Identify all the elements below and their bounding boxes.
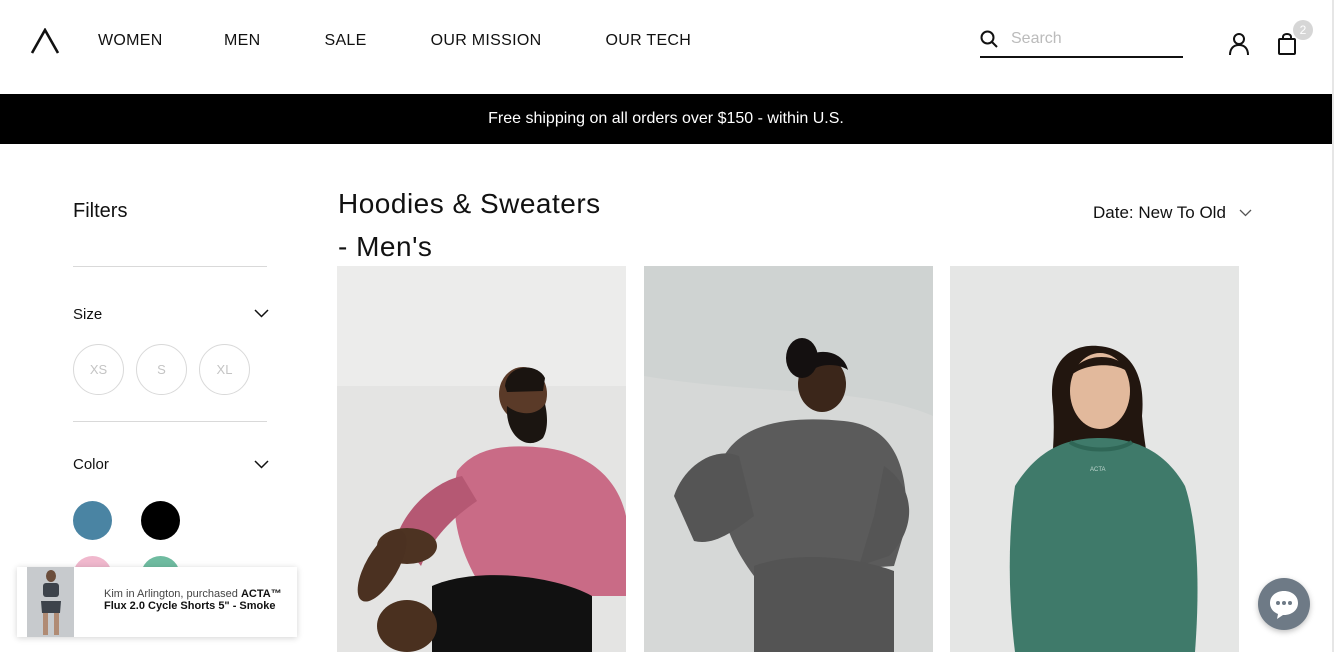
filters-divider [73, 266, 267, 267]
page-title: Hoodies & Sweaters - Men's [338, 188, 601, 262]
search-input[interactable] [1011, 26, 1179, 52]
site-header: WOMEN MEN SALE OUR MISSION OUR TECH 2 [0, 0, 1334, 94]
chevron-down-icon[interactable] [254, 309, 269, 318]
product-card[interactable] [644, 266, 933, 652]
shopping-bag-icon[interactable] [1277, 33, 1297, 55]
chat-button[interactable] [1258, 578, 1310, 630]
cart-count-badge: 2 [1293, 20, 1313, 40]
promo-banner: Free shipping on all orders over $150 - … [0, 94, 1332, 144]
size-option-xs[interactable]: XS [73, 344, 124, 395]
search-icon[interactable] [980, 30, 998, 48]
chevron-down-icon[interactable] [254, 460, 269, 469]
nav-our-tech[interactable]: OUR TECH [605, 32, 691, 50]
color-filter-label[interactable]: Color [73, 456, 109, 473]
svg-text:ACTA: ACTA [1090, 467, 1106, 473]
nav-sale[interactable]: SALE [324, 32, 366, 50]
filters-title: Filters [73, 200, 128, 222]
toast-message: Kim in Arlington, purchased ACTA™ Flux 2… [104, 588, 289, 612]
size-option-s[interactable]: S [136, 344, 187, 395]
recent-purchase-toast[interactable]: Kim in Arlington, purchased ACTA™ Flux 2… [17, 567, 297, 637]
search-bar [980, 26, 1183, 58]
size-filter-label[interactable]: Size [73, 306, 102, 323]
product-image [644, 266, 933, 652]
nav-men[interactable]: MEN [224, 32, 260, 50]
nav-women[interactable]: WOMEN [98, 32, 162, 50]
chat-bubble-icon [1270, 591, 1298, 619]
product-image: ACTA [950, 266, 1239, 652]
product-image [337, 266, 626, 652]
nav-our-mission[interactable]: OUR MISSION [431, 32, 542, 50]
color-swatch-blue[interactable] [73, 501, 112, 540]
acta-logo-icon[interactable] [30, 28, 60, 54]
product-card[interactable]: ACTA [950, 266, 1239, 652]
sort-dropdown[interactable]: Date: New To Old [1093, 203, 1226, 223]
toast-buyer: Kim in Arlington, purchased [104, 588, 238, 600]
product-card[interactable] [337, 266, 626, 652]
product-thumbnail [27, 567, 74, 637]
account-icon[interactable] [1228, 32, 1250, 56]
filters-divider [73, 421, 267, 422]
main-nav: WOMEN MEN SALE OUR MISSION OUR TECH [98, 32, 755, 50]
size-option-xl[interactable]: XL [199, 344, 250, 395]
color-swatch-black[interactable] [141, 501, 180, 540]
chevron-down-icon[interactable] [1239, 209, 1252, 217]
